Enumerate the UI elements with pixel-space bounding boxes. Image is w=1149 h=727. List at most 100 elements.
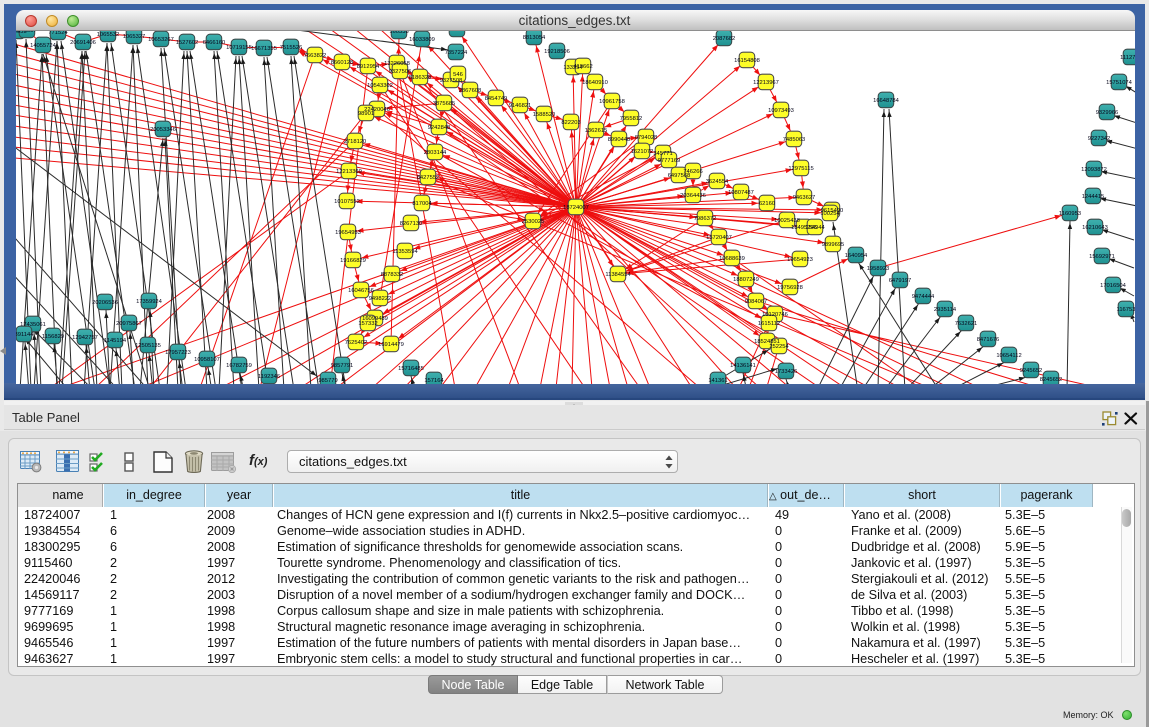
- svg-text:2803144: 2803144: [424, 150, 447, 156]
- svg-text:9498222: 9498222: [369, 296, 392, 302]
- svg-text:12975115: 12975115: [788, 166, 813, 172]
- svg-text:8660128: 8660128: [331, 60, 354, 66]
- svg-text:7632621: 7632621: [955, 321, 978, 327]
- svg-text:14136141: 14136141: [730, 363, 756, 369]
- svg-text:17957223: 17957223: [165, 350, 191, 356]
- svg-text:8427552: 8427552: [417, 175, 440, 181]
- svg-text:157332: 157332: [358, 321, 377, 327]
- svg-text:141361: 141361: [708, 378, 727, 384]
- svg-text:546: 546: [453, 72, 463, 78]
- svg-text:2935114: 2935114: [934, 307, 957, 313]
- svg-text:9242848: 9242848: [428, 125, 451, 131]
- svg-text:1156829: 1156829: [42, 334, 64, 340]
- svg-text:252254: 252254: [769, 344, 789, 350]
- svg-text:19218506: 19218506: [544, 49, 570, 55]
- svg-text:1192346: 1192346: [258, 374, 280, 380]
- svg-text:9146821: 9146821: [509, 103, 532, 109]
- svg-text:20364436: 20364436: [680, 193, 706, 199]
- svg-text:2087682: 2087682: [713, 36, 736, 42]
- svg-text:12213369: 12213369: [336, 169, 362, 175]
- svg-text:8878332: 8878332: [381, 272, 404, 278]
- svg-text:116753: 116753: [1117, 307, 1135, 313]
- svg-text:13226058: 13226058: [384, 61, 410, 67]
- svg-text:19654953: 19654953: [335, 230, 361, 236]
- svg-text:2867608: 2867608: [459, 88, 482, 94]
- svg-text:1640954: 1640954: [845, 253, 868, 259]
- svg-text:10688639: 10688639: [719, 256, 745, 262]
- svg-text:1112753: 1112753: [1120, 55, 1135, 61]
- svg-text:15751074: 15751074: [1106, 80, 1133, 86]
- svg-text:7515526: 7515526: [280, 45, 303, 51]
- svg-text:9329966: 9329966: [1096, 110, 1119, 116]
- svg-text:19166829: 19166829: [340, 258, 366, 264]
- svg-text:240557: 240557: [17, 31, 36, 34]
- svg-text:20691406: 20691406: [70, 40, 96, 46]
- svg-text:7955812: 7955812: [620, 116, 643, 122]
- svg-text:12093872: 12093872: [1081, 167, 1107, 173]
- svg-text:15692971: 15692971: [1089, 254, 1115, 260]
- svg-text:16914479: 16914479: [378, 342, 404, 348]
- svg-text:16648784: 16648784: [873, 98, 900, 104]
- svg-text:18807249: 18807249: [733, 277, 759, 283]
- svg-text:822203: 822203: [561, 120, 580, 126]
- svg-text:20975867: 20975867: [116, 321, 142, 327]
- svg-text:8454749: 8454749: [485, 96, 508, 102]
- svg-text:15716485: 15716485: [398, 366, 424, 372]
- svg-text:1621072: 1621072: [631, 149, 654, 155]
- svg-text:817004: 817004: [412, 201, 432, 207]
- svg-text:1958923: 1958923: [867, 266, 890, 272]
- svg-text:19654923: 19654923: [787, 257, 813, 263]
- svg-text:20206536: 20206536: [92, 300, 118, 306]
- svg-text:8813054: 8813054: [523, 35, 546, 41]
- svg-text:7485063: 7485063: [783, 137, 806, 143]
- svg-text:419662: 419662: [573, 64, 592, 70]
- svg-text:16046756: 16046756: [348, 288, 374, 294]
- svg-text:1362615: 1362615: [585, 128, 608, 134]
- svg-text:10025438: 10025438: [774, 218, 800, 224]
- svg-text:157164: 157164: [424, 378, 444, 384]
- svg-text:16671355: 16671355: [251, 46, 277, 52]
- svg-text:10973493: 10973493: [768, 108, 794, 114]
- svg-text:1160953: 1160953: [1059, 211, 1081, 217]
- svg-text:12505135: 12505135: [135, 343, 161, 349]
- svg-text:18724007: 18724007: [563, 205, 589, 211]
- svg-text:3624554: 3624554: [706, 179, 729, 185]
- svg-text:16210643: 16210643: [1082, 225, 1108, 231]
- svg-text:1065327: 1065327: [123, 34, 146, 40]
- svg-text:3875685: 3875685: [433, 101, 456, 107]
- svg-text:985779: 985779: [318, 378, 337, 384]
- svg-text:7986372: 7986372: [694, 216, 717, 222]
- svg-text:2718120: 2718120: [344, 139, 367, 145]
- svg-text:8471676: 8471676: [977, 337, 1000, 343]
- svg-text:10807487: 10807487: [728, 190, 754, 196]
- svg-text:9899695: 9899695: [822, 242, 845, 248]
- svg-text:160338: 160338: [389, 31, 408, 35]
- svg-text:9327508: 9327508: [440, 78, 463, 84]
- svg-text:98901: 98901: [358, 111, 374, 117]
- svg-text:1145194: 1145194: [104, 338, 127, 344]
- svg-text:17435061: 17435061: [20, 322, 46, 328]
- svg-text:6794028: 6794028: [635, 135, 658, 141]
- svg-text:12213967: 12213967: [753, 80, 779, 86]
- svg-text:771524: 771524: [48, 31, 68, 36]
- svg-text:1244415: 1244415: [1082, 194, 1105, 200]
- svg-text:746266: 746266: [683, 169, 702, 175]
- svg-text:10958107: 10958107: [194, 357, 220, 363]
- svg-text:7663822: 7663822: [304, 53, 327, 59]
- svg-text:19756928: 19756928: [777, 285, 803, 291]
- svg-text:10543362: 10543362: [367, 83, 393, 89]
- svg-text:20053346: 20053346: [150, 127, 176, 133]
- svg-text:8186328: 8186328: [409, 75, 432, 81]
- svg-text:9857791: 9857791: [331, 363, 354, 369]
- svg-text:6466160: 6466160: [203, 40, 226, 46]
- svg-text:11384554: 11384554: [605, 272, 631, 278]
- svg-text:9227342: 9227342: [1088, 136, 1111, 142]
- svg-text:8245652: 8245652: [1040, 377, 1063, 383]
- svg-text:6479197: 6479197: [889, 278, 912, 284]
- svg-text:15720407: 15720407: [706, 235, 732, 241]
- svg-text:345771: 345771: [653, 151, 672, 157]
- svg-text:1615112: 1615112: [758, 321, 780, 327]
- svg-text:10653267: 10653267: [148, 37, 174, 43]
- svg-text:10654112: 10654112: [996, 353, 1021, 359]
- svg-text:8912954: 8912954: [357, 64, 380, 70]
